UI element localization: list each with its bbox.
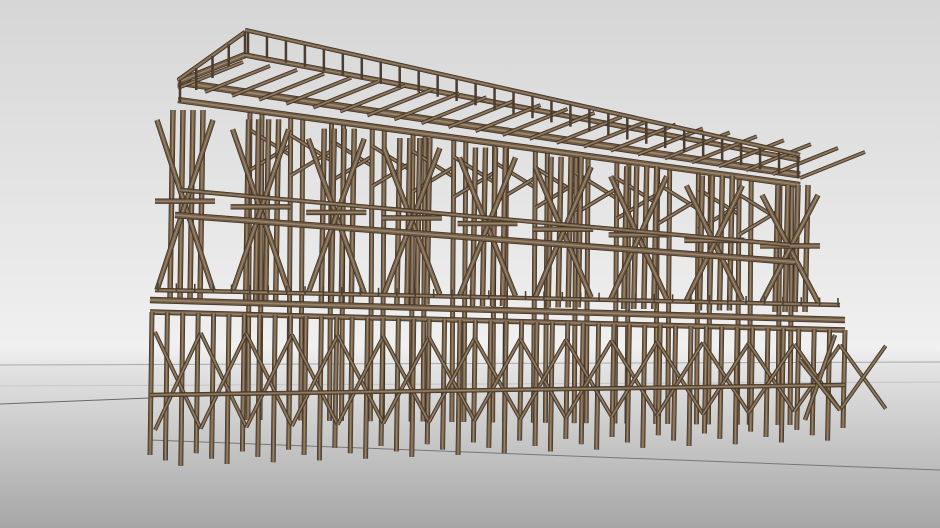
trestle-model-render bbox=[0, 0, 940, 528]
3d-viewport[interactable] bbox=[0, 0, 940, 528]
